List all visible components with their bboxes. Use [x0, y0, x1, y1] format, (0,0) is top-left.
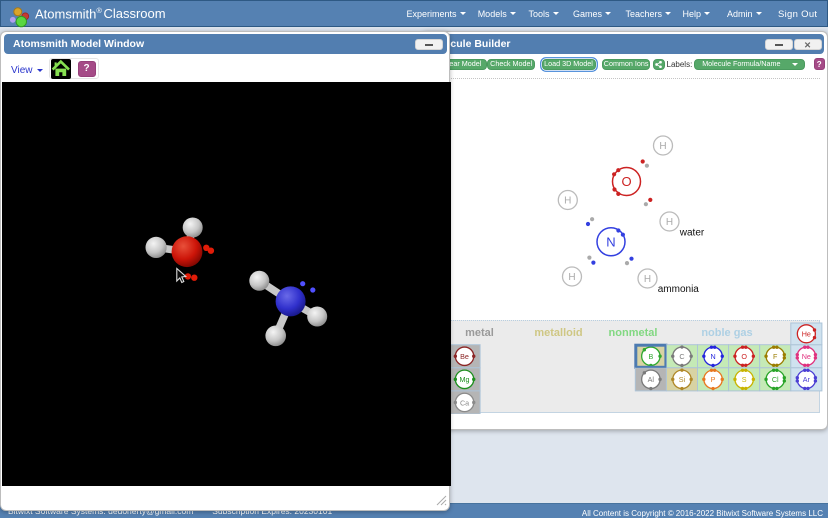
- svg-text:H: H: [666, 217, 673, 228]
- svg-text:N: N: [606, 234, 615, 249]
- svg-text:N: N: [710, 352, 715, 361]
- svg-text:metalloid: metalloid: [534, 327, 582, 339]
- svg-text:S: S: [742, 375, 747, 384]
- svg-text:water: water: [679, 228, 705, 239]
- svg-text:B: B: [648, 352, 653, 361]
- svg-text:ammonia: ammonia: [658, 284, 700, 295]
- svg-text:P: P: [711, 375, 716, 384]
- svg-text:Ne: Ne: [802, 352, 811, 361]
- svg-text:noble gas: noble gas: [701, 327, 752, 339]
- svg-text:Ar: Ar: [803, 375, 811, 384]
- svg-text:Be: Be: [460, 352, 469, 361]
- svg-text:H: H: [659, 141, 666, 152]
- svg-text:H: H: [564, 196, 571, 207]
- svg-text:He: He: [802, 329, 811, 338]
- svg-text:Mg: Mg: [460, 375, 470, 384]
- svg-text:F: F: [773, 352, 778, 361]
- svg-text:Cl: Cl: [772, 375, 779, 384]
- svg-text:Si: Si: [679, 375, 686, 384]
- svg-text:O: O: [621, 174, 631, 189]
- svg-text:H: H: [644, 274, 651, 285]
- svg-text:O: O: [741, 352, 747, 361]
- svg-text:H: H: [568, 272, 575, 283]
- svg-text:Al: Al: [648, 375, 655, 384]
- svg-text:Ca: Ca: [460, 398, 469, 407]
- svg-text:nonmetal: nonmetal: [609, 327, 658, 339]
- svg-text:metal: metal: [465, 327, 494, 339]
- svg-text:C: C: [679, 352, 684, 361]
